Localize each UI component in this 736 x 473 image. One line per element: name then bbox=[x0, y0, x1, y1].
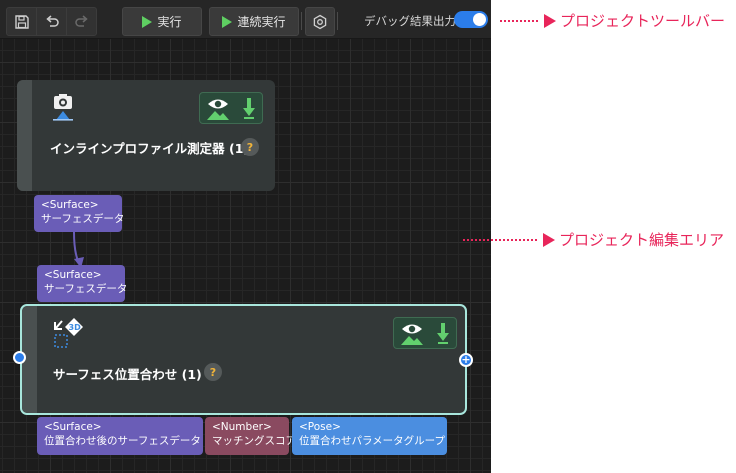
port-name: 位置合わせ後のサーフェスデータ bbox=[44, 435, 201, 447]
node-output-icons bbox=[393, 317, 457, 349]
port-name: サーフェスデータ bbox=[41, 213, 125, 225]
annotation-label: プロジェクトツールバー bbox=[560, 12, 726, 30]
port-name: マッチングスコア bbox=[212, 435, 296, 447]
port-type: <Number> bbox=[212, 421, 272, 433]
dotted-leader bbox=[463, 238, 537, 241]
plus-icon: + bbox=[461, 353, 471, 366]
output-port-surface[interactable]: <Surface> サーフェスデータ bbox=[34, 195, 125, 232]
help-button[interactable]: ? bbox=[241, 138, 259, 156]
add-output-button[interactable]: + bbox=[459, 353, 473, 367]
annotation-label: プロジェクト編集エリア bbox=[559, 231, 725, 249]
eye-preview-icon[interactable] bbox=[206, 96, 229, 120]
node-count: (1) bbox=[181, 367, 202, 382]
inline-profile-sensor-node[interactable]: インラインプロファイル測定器 (1) ? bbox=[17, 80, 275, 191]
camera-sensor-icon bbox=[53, 94, 73, 121]
help-button[interactable]: ? bbox=[204, 363, 222, 381]
arrow-right-icon bbox=[544, 13, 556, 28]
editor-annotation: プロジェクト編集エリア bbox=[463, 229, 724, 250]
surface-alignment-node[interactable]: 3D サーフェス位置合わせ (1) ? bbox=[20, 304, 467, 415]
dotted-leader bbox=[500, 19, 538, 22]
arrow-right-icon bbox=[543, 232, 555, 247]
eye-preview-icon[interactable] bbox=[400, 321, 423, 345]
node-title-text: インラインプロファイル測定器 bbox=[50, 141, 225, 156]
port-name: サーフェスデータ bbox=[44, 283, 128, 295]
output-port-number[interactable]: <Number> マッチングスコア bbox=[205, 417, 296, 455]
node-handle[interactable] bbox=[17, 80, 32, 191]
port-name: 位置合わせパラメータグループ bbox=[299, 435, 446, 447]
download-output-icon[interactable] bbox=[242, 97, 256, 119]
3d-badge: 3D bbox=[69, 323, 82, 332]
port-type: <Surface> bbox=[41, 199, 99, 211]
port-type: <Surface> bbox=[44, 269, 102, 281]
output-port-pose[interactable]: <Pose> 位置合わせパラメータグループ bbox=[292, 417, 447, 455]
node-title: インラインプロファイル測定器 (1) bbox=[50, 138, 249, 157]
surface-align-3d-icon: 3D bbox=[54, 318, 83, 348]
node-title: サーフェス位置合わせ (1) bbox=[53, 364, 202, 383]
input-port-surface[interactable]: <Surface> サーフェスデータ bbox=[37, 265, 128, 302]
port-type: <Surface> bbox=[44, 421, 102, 433]
node-title-text: サーフェス位置合わせ bbox=[53, 367, 178, 382]
node-output-icons bbox=[199, 92, 263, 124]
toolbar-annotation: プロジェクトツールバー bbox=[500, 10, 725, 31]
output-port-surface[interactable]: <Surface> 位置合わせ後のサーフェスデータ bbox=[37, 417, 203, 455]
download-output-icon[interactable] bbox=[436, 322, 450, 344]
port-type: <Pose> bbox=[299, 421, 341, 433]
node-input-handle[interactable] bbox=[13, 351, 26, 364]
